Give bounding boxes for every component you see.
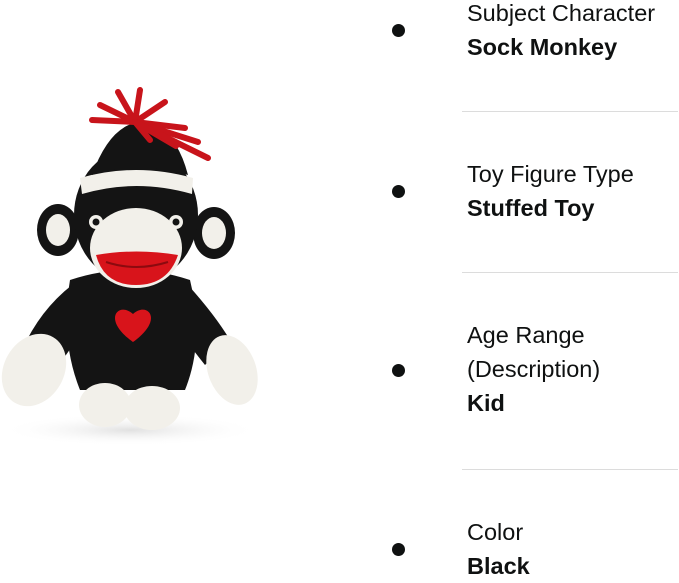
product-attributes: Subject Character Sock Monkey Toy Figure… bbox=[380, 0, 679, 580]
attribute-label-line-1: Age Range bbox=[467, 322, 585, 348]
attribute-label: Toy Figure Type bbox=[467, 161, 634, 187]
attribute-value: Black bbox=[467, 553, 530, 579]
sock-monkey-illustration bbox=[0, 87, 260, 446]
attribute-label-line-2: (Description) bbox=[467, 356, 601, 382]
divider bbox=[462, 111, 678, 112]
attribute-value: Stuffed Toy bbox=[467, 195, 595, 221]
attribute-value: Kid bbox=[467, 390, 505, 416]
bullet-icon bbox=[392, 543, 405, 556]
divider bbox=[462, 272, 678, 273]
bullet-icon bbox=[392, 24, 405, 37]
product-image bbox=[0, 80, 265, 450]
attribute-label: Subject Character bbox=[467, 0, 656, 26]
divider bbox=[462, 469, 678, 470]
bullet-icon bbox=[392, 364, 405, 377]
attribute-value: Sock Monkey bbox=[467, 34, 618, 60]
attribute-label: Color bbox=[467, 519, 524, 545]
bullet-icon bbox=[392, 185, 405, 198]
